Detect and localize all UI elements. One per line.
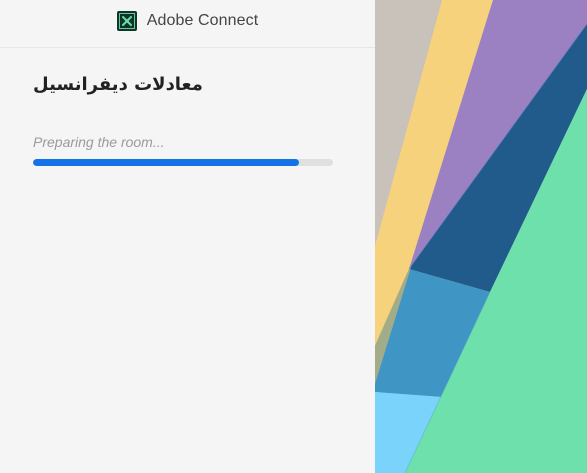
loading-status-text: Preparing the room...: [33, 134, 165, 150]
brand: Adobe Connect: [116, 10, 259, 31]
meeting-room-title: معادلات دیفرانسیل: [33, 74, 203, 95]
loading-panel: Adobe Connect معادلات دیفرانسیل Preparin…: [0, 0, 375, 473]
decorative-geometric-art: [375, 0, 587, 473]
app-title: Adobe Connect: [146, 11, 259, 29]
loading-progress-bar: [33, 159, 333, 166]
adobe-connect-loading-screen: Adobe Connect معادلات دیفرانسیل Preparin…: [0, 0, 587, 473]
adobe-connect-logo-icon: [116, 10, 137, 31]
geometric-illustration: [375, 0, 587, 473]
loading-progress-fill: [33, 159, 299, 166]
app-header: Adobe Connect: [0, 0, 375, 48]
